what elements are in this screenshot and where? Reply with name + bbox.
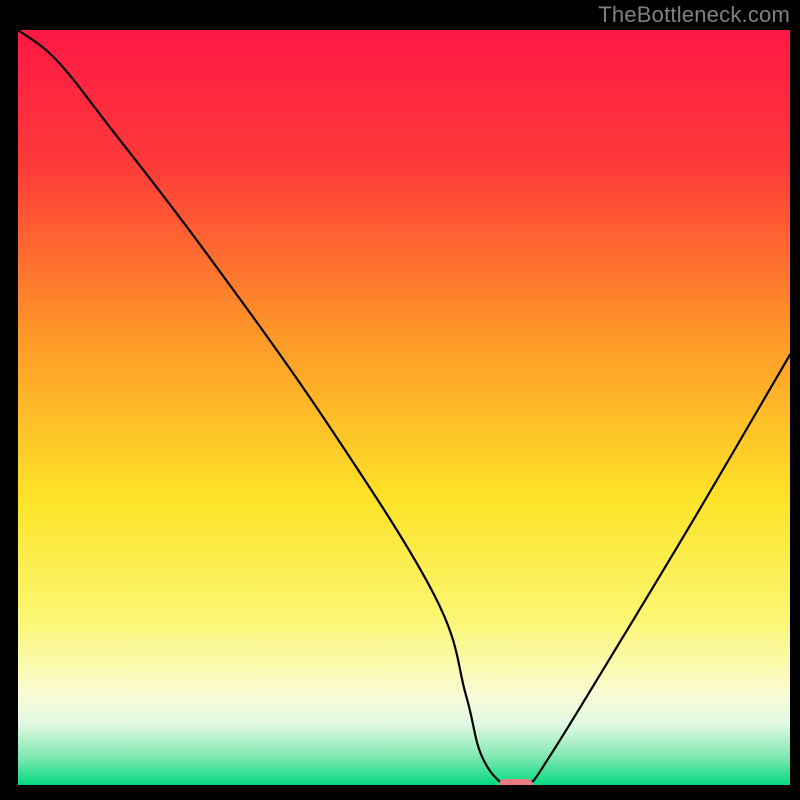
chart-svg [18,30,790,785]
chart-background [18,30,790,785]
plot-area [18,30,790,785]
chart-frame: TheBottleneck.com [0,0,800,800]
watermark-text: TheBottleneck.com [598,2,790,28]
optimal-marker [499,779,533,785]
